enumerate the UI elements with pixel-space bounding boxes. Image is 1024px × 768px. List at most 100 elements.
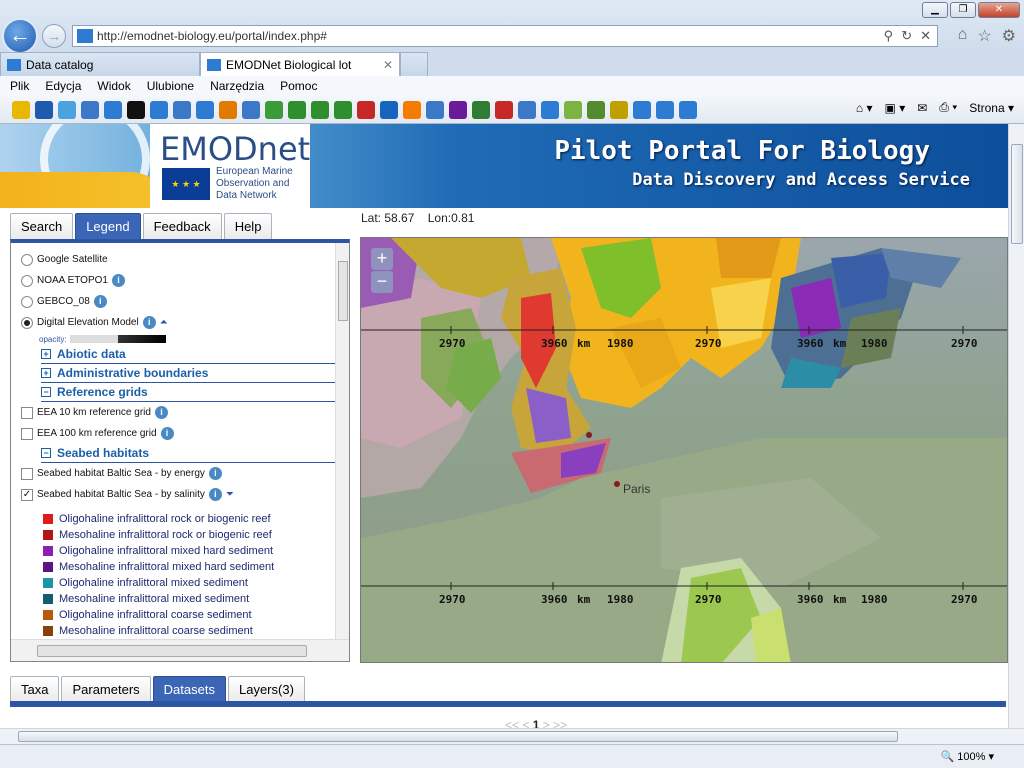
- pager-next[interactable]: > >>: [543, 718, 567, 728]
- favorite-link-icon[interactable]: [265, 100, 283, 119]
- favorite-link-icon[interactable]: [380, 100, 398, 119]
- favorite-link-icon[interactable]: [150, 100, 168, 119]
- radio-button[interactable]: [21, 253, 33, 266]
- section-administrative-boundaries[interactable]: + Administrative boundaries: [41, 364, 335, 383]
- legend-toggle-icon[interactable]: ⏶: [160, 317, 168, 328]
- expand-icon[interactable]: +: [41, 349, 51, 359]
- favorite-link-icon[interactable]: [104, 100, 122, 119]
- strona-menu[interactable]: Strona ▾: [969, 101, 1014, 115]
- section-reference-grids[interactable]: − Reference grids: [41, 383, 335, 402]
- favorites-star-icon[interactable]: ☆: [977, 26, 991, 46]
- favorite-link-icon[interactable]: [311, 100, 329, 119]
- tab-layers[interactable]: Layers(3): [227, 676, 305, 702]
- pager-prev[interactable]: << <: [505, 718, 529, 728]
- info-icon[interactable]: i: [111, 274, 125, 287]
- collapse-icon[interactable]: −: [41, 387, 51, 397]
- favorite-link-icon[interactable]: [127, 100, 145, 119]
- tab-legend[interactable]: Legend: [75, 213, 141, 239]
- checkbox[interactable]: [21, 467, 33, 480]
- browser-tab-emodnet[interactable]: EMODNet Biological lot ✕: [200, 52, 400, 76]
- favorite-link-icon[interactable]: [219, 100, 237, 119]
- checkbox[interactable]: [21, 427, 33, 440]
- info-icon[interactable]: i: [160, 427, 174, 440]
- close-window-button[interactable]: ✕: [978, 2, 1020, 18]
- address-bar[interactable]: http://emodnet-biology.eu/portal/index.p…: [72, 25, 938, 47]
- search-icon[interactable]: ⚲: [884, 28, 894, 44]
- favorite-link-icon[interactable]: [541, 100, 559, 119]
- favorite-link-icon[interactable]: [403, 100, 421, 119]
- tab-taxa[interactable]: Taxa: [10, 676, 60, 702]
- forward-button[interactable]: →: [42, 24, 66, 48]
- address-url[interactable]: http://emodnet-biology.eu/portal/index.p…: [97, 29, 884, 43]
- stop-icon[interactable]: ✕: [920, 28, 931, 44]
- info-icon[interactable]: i: [208, 467, 222, 480]
- browser-tab-data-catalog[interactable]: Data catalog: [0, 52, 200, 76]
- zoom-level[interactable]: 🔍 100% ▾: [941, 750, 994, 763]
- minimize-button[interactable]: ▁: [922, 2, 948, 18]
- favorite-link-icon[interactable]: [196, 100, 214, 119]
- menu-ulubione[interactable]: Ulubione: [147, 79, 194, 93]
- map-viewport[interactable]: + − 0 2970 3960 km 1980 2970 3960 km 1980 2970 0 2…: [360, 237, 1008, 663]
- base-layer-gebco[interactable]: GEBCO_08 i: [21, 291, 335, 312]
- close-tab-icon[interactable]: ✕: [383, 58, 393, 72]
- zoom-in-button[interactable]: +: [371, 248, 393, 270]
- base-layer-dem[interactable]: Digital Elevation Model i ⏶: [21, 312, 335, 333]
- favorite-link-icon[interactable]: [12, 100, 30, 119]
- layer-seabed-energy[interactable]: Seabed habitat Baltic Sea - by energy i: [21, 463, 335, 484]
- favorite-link-icon[interactable]: [495, 100, 513, 119]
- base-layer-google-satellite[interactable]: Google Satellite: [21, 249, 335, 270]
- rss-feed-icon[interactable]: ▣ ▾: [885, 101, 906, 115]
- menu-edycja[interactable]: Edycja: [45, 79, 81, 93]
- tab-datasets[interactable]: Datasets: [152, 676, 226, 702]
- legend-toggle-icon[interactable]: ⏷: [226, 489, 234, 500]
- new-tab-button[interactable]: [400, 52, 428, 76]
- favorite-link-icon[interactable]: [656, 100, 674, 119]
- restore-button[interactable]: ❐: [950, 2, 976, 18]
- info-icon[interactable]: i: [142, 316, 156, 329]
- favorite-link-icon[interactable]: [81, 100, 99, 119]
- zoom-out-button[interactable]: −: [371, 271, 393, 293]
- opacity-control[interactable]: opacity:: [39, 333, 335, 345]
- favorite-link-icon[interactable]: [518, 100, 536, 119]
- print-icon[interactable]: ⎙ ▾: [939, 100, 957, 115]
- home-icon[interactable]: ⌂: [958, 26, 968, 46]
- menu-plik[interactable]: Plik: [10, 79, 29, 93]
- section-seabed-habitats[interactable]: − Seabed habitats: [41, 444, 335, 463]
- menu-pomoc[interactable]: Pomoc: [280, 79, 317, 93]
- layer-eea-10km[interactable]: EEA 10 km reference grid i: [21, 402, 335, 423]
- favorite-link-icon[interactable]: [35, 100, 53, 119]
- favorite-link-icon[interactable]: [587, 100, 605, 119]
- tab-parameters[interactable]: Parameters: [61, 676, 151, 702]
- radio-button[interactable]: [21, 295, 33, 308]
- tools-gear-icon[interactable]: ⚙: [1002, 26, 1016, 46]
- layer-seabed-salinity[interactable]: ✓ Seabed habitat Baltic Sea - by salinit…: [21, 484, 335, 505]
- home-icon[interactable]: ⌂ ▾: [856, 101, 873, 115]
- back-button[interactable]: ←: [2, 18, 38, 54]
- favorite-link-icon[interactable]: [288, 100, 306, 119]
- favorite-link-icon[interactable]: [58, 100, 76, 119]
- favorite-link-icon[interactable]: [334, 100, 352, 119]
- tab-search[interactable]: Search: [10, 213, 74, 239]
- checkbox-checked[interactable]: ✓: [21, 488, 33, 501]
- mail-icon[interactable]: ✉: [917, 101, 927, 115]
- favorite-link-icon[interactable]: [357, 100, 375, 119]
- page-horizontal-scrollbar[interactable]: [0, 728, 1024, 744]
- legend-horizontal-scrollbar[interactable]: [11, 639, 349, 661]
- favorite-link-icon[interactable]: [242, 100, 260, 119]
- favorite-link-icon[interactable]: [679, 100, 697, 119]
- radio-button-selected[interactable]: [21, 316, 33, 329]
- page-vertical-scrollbar[interactable]: [1008, 124, 1024, 728]
- info-icon[interactable]: i: [154, 406, 168, 419]
- tab-feedback[interactable]: Feedback: [142, 213, 222, 239]
- favorite-link-icon[interactable]: [173, 100, 191, 119]
- menu-narzedzia[interactable]: Narzędzia: [210, 79, 264, 93]
- base-layer-noaa-etopo1[interactable]: NOAA ETOPO1 i: [21, 270, 335, 291]
- info-icon[interactable]: i: [93, 295, 107, 308]
- radio-button[interactable]: [21, 274, 33, 287]
- legend-vertical-scrollbar[interactable]: [335, 243, 349, 639]
- opacity-slider[interactable]: [69, 335, 166, 343]
- favorite-link-icon[interactable]: [633, 100, 651, 119]
- info-icon[interactable]: i: [208, 488, 222, 501]
- checkbox[interactable]: [21, 406, 33, 419]
- favorite-link-icon[interactable]: [472, 100, 490, 119]
